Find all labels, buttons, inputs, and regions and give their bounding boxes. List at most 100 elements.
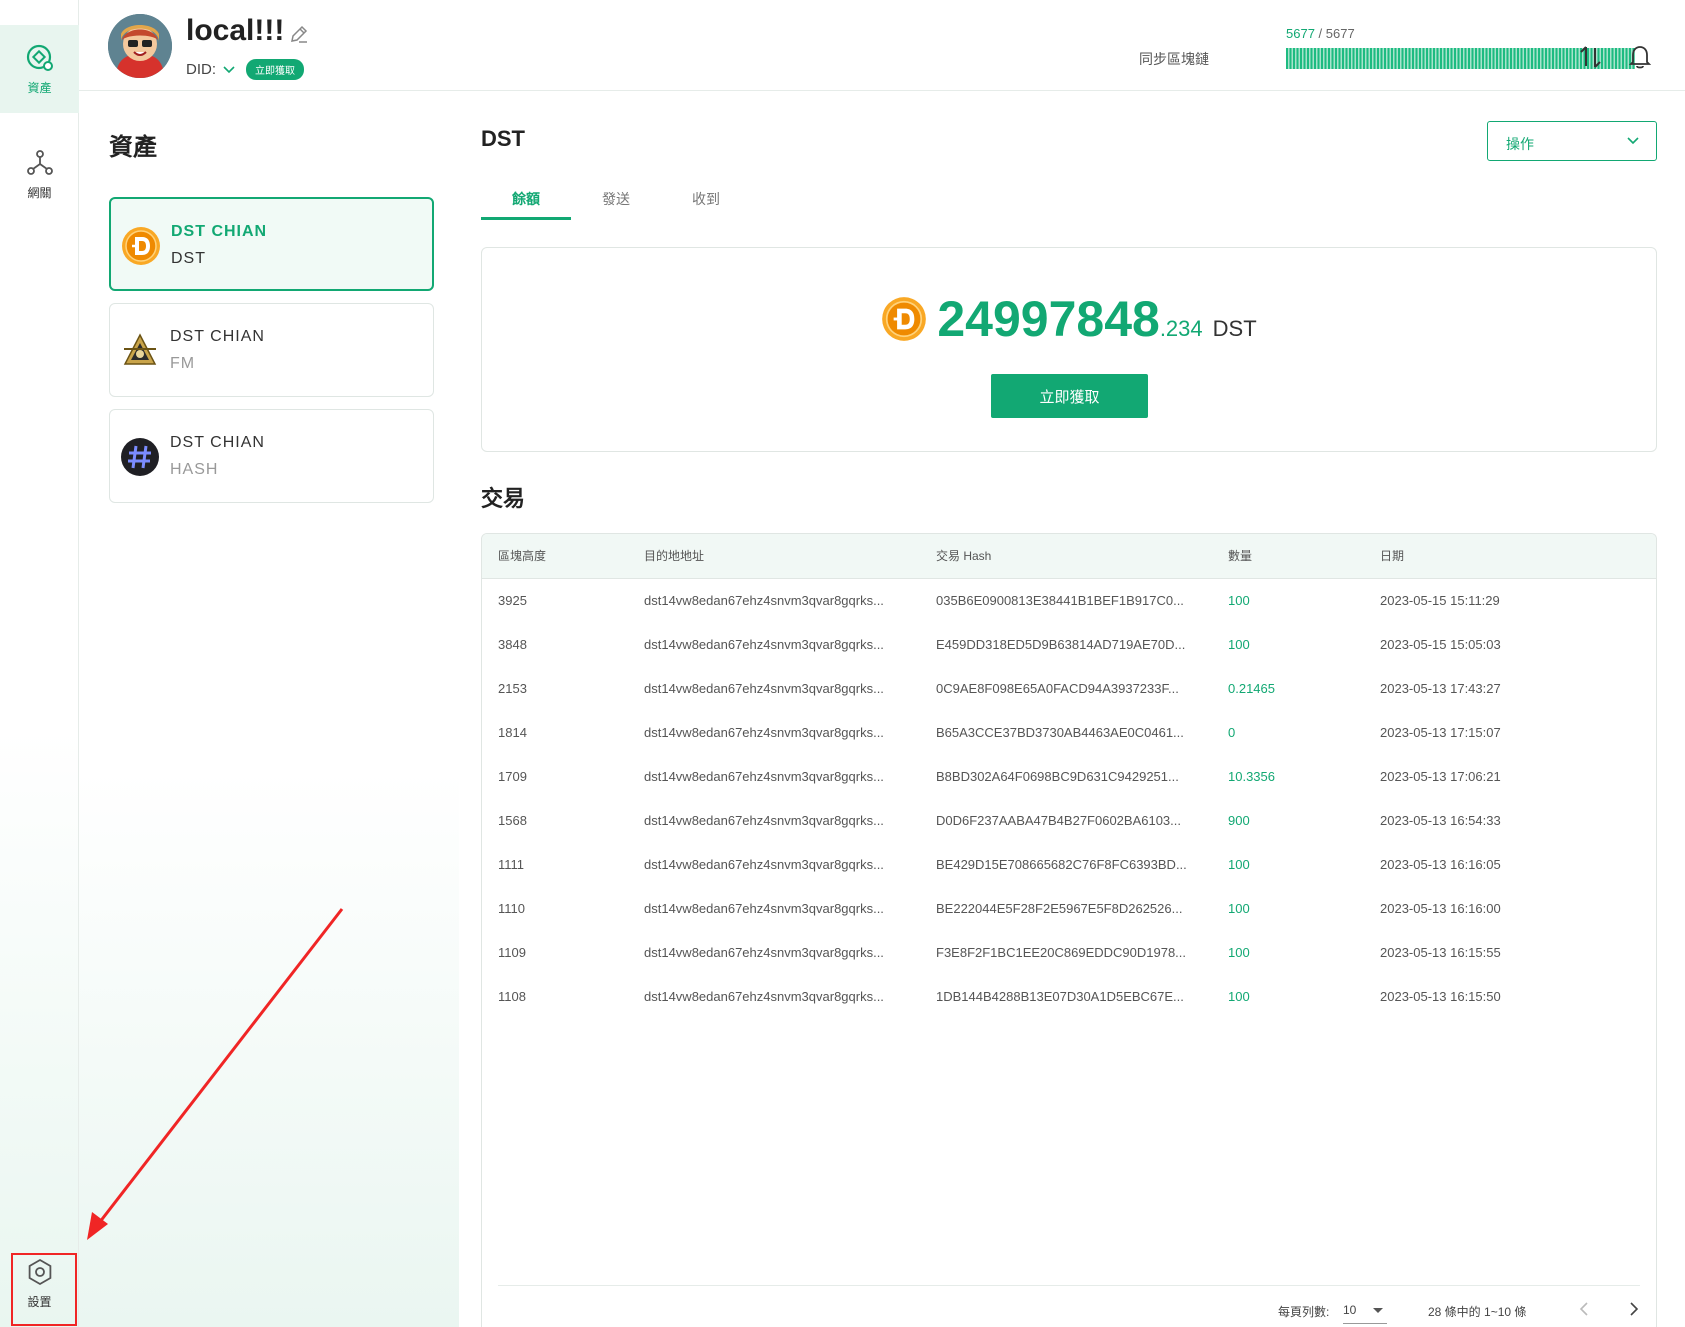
hash-coin-icon <box>121 438 159 476</box>
sync-total: 5677 <box>1325 26 1355 41</box>
chevron-left-icon[interactable] <box>1573 1298 1595 1320</box>
claim-button[interactable]: 立即獲取 <box>991 374 1148 418</box>
cell-amount: 100 <box>1228 989 1250 1004</box>
balance-decimal: .234 <box>1159 316 1203 341</box>
rail-item-network[interactable]: 網關 <box>0 130 79 218</box>
table-row[interactable]: 1709 dst14vw8edan67ehz4snvm3qvar8gqrks...… <box>482 755 1656 799</box>
cell-date: 2023-05-13 16:15:50 <box>1380 989 1501 1004</box>
operations-dropdown[interactable]: 操作 <box>1487 121 1657 161</box>
caret-down-icon <box>1373 1308 1383 1313</box>
table-row[interactable]: 3925 dst14vw8edan67ehz4snvm3qvar8gqrks...… <box>482 579 1656 623</box>
table-row[interactable]: 1814 dst14vw8edan67ehz4snvm3qvar8gqrks...… <box>482 711 1656 755</box>
column-header-amount[interactable]: 數量 <box>1228 534 1358 579</box>
table-row[interactable]: 2153 dst14vw8edan67ehz4snvm3qvar8gqrks...… <box>482 667 1656 711</box>
cell-destination: dst14vw8edan67ehz4snvm3qvar8gqrks... <box>644 725 884 740</box>
cell-tx-hash: F3E8F2F1BC1EE20C869EDDC90D1978... <box>936 945 1187 960</box>
asset-card-hash[interactable]: DST CHIAN HASH <box>109 409 434 503</box>
cell-date: 2023-05-13 17:06:21 <box>1380 769 1501 784</box>
tab-receive[interactable]: 收到 <box>661 180 751 220</box>
transactions-table: 區塊高度 目的地地址 交易 Hash 數量 日期 3925 dst14vw8eda… <box>481 533 1657 1327</box>
sync-label: 同步區塊鏈 <box>1139 51 1209 67</box>
sync-separator: / <box>1318 26 1323 41</box>
edit-icon[interactable] <box>289 24 309 44</box>
cell-destination: dst14vw8edan67ehz4snvm3qvar8gqrks... <box>644 593 884 608</box>
cell-date: 2023-05-13 16:16:00 <box>1380 901 1501 916</box>
tab-balance[interactable]: 餘額 <box>481 180 571 220</box>
cell-amount: 100 <box>1228 857 1250 872</box>
cell-block-height: 3925 <box>498 593 527 608</box>
cell-block-height: 3848 <box>498 637 527 652</box>
asset-name: DST CHIAN <box>170 434 265 451</box>
cell-tx-hash: 0C9AE8F098E65A0FACD94A3937233F... <box>936 681 1179 696</box>
left-rail: 資產 網關 設置 <box>0 0 79 1327</box>
column-header-tx-hash[interactable]: 交易 Hash <box>936 534 1198 579</box>
sync-count: 5677 / 5677 <box>1286 26 1355 41</box>
avatar[interactable] <box>108 14 172 78</box>
dst-coin-icon <box>882 297 927 341</box>
cell-date: 2023-05-15 15:11:29 <box>1380 593 1500 608</box>
asset-name: DST CHIAN <box>170 328 265 345</box>
asset-card-fm[interactable]: DST CHIAN FM <box>109 303 434 397</box>
column-header-block-height[interactable]: 區塊高度 <box>498 534 618 579</box>
column-header-date[interactable]: 日期 <box>1380 534 1580 579</box>
cell-destination: dst14vw8edan67ehz4snvm3qvar8gqrks... <box>644 945 884 960</box>
table-row[interactable]: 1111 dst14vw8edan67ehz4snvm3qvar8gqrks...… <box>482 843 1656 887</box>
cell-destination: dst14vw8edan67ehz4snvm3qvar8gqrks... <box>644 813 884 828</box>
cell-amount: 100 <box>1228 901 1250 916</box>
chevron-down-icon <box>1627 137 1639 145</box>
table-body: 3925 dst14vw8edan67ehz4snvm3qvar8gqrks...… <box>482 579 1656 1019</box>
column-header-destination[interactable]: 目的地地址 <box>644 534 906 579</box>
asset-symbol: DST <box>171 250 206 267</box>
swap-icon[interactable] <box>1578 44 1604 70</box>
cell-tx-hash: BE222044E5F28F2E5967E5F8D262526... <box>936 901 1183 916</box>
cell-destination: dst14vw8edan67ehz4snvm3qvar8gqrks... <box>644 989 884 1004</box>
rail-item-assets[interactable]: 資產 <box>0 25 79 113</box>
page-title: local!!! <box>186 14 285 47</box>
cell-amount: 100 <box>1228 945 1250 960</box>
fm-coin-icon <box>123 333 157 365</box>
balance-card: 24997848 .234 DST 立即獲取 <box>481 247 1657 452</box>
operations-dropdown-label: 操作 <box>1506 136 1534 152</box>
bell-icon[interactable] <box>1628 44 1652 70</box>
did-row: DID: 立即獲取 <box>186 59 304 80</box>
cell-date: 2023-05-13 16:54:33 <box>1380 813 1501 828</box>
asset-list-panel: 資產 DST CHIAN DST DST CHIAN FM DST CHIAN <box>79 91 459 1327</box>
cell-destination: dst14vw8edan67ehz4snvm3qvar8gqrks... <box>644 901 884 916</box>
balance-unit: DST <box>1212 316 1257 341</box>
dst-coin-icon <box>122 227 160 265</box>
annotation-highlight-box <box>11 1253 77 1326</box>
cell-destination: dst14vw8edan67ehz4snvm3qvar8gqrks... <box>644 681 884 696</box>
cell-amount: 100 <box>1228 593 1250 608</box>
cell-date: 2023-05-13 16:16:05 <box>1380 857 1501 872</box>
page-range-text: 28 條中的 1~10 條 <box>1428 1305 1527 1319</box>
pagination: 每頁列數: 10 28 條中的 1~10 條 <box>498 1285 1640 1327</box>
table-row[interactable]: 1110 dst14vw8edan67ehz4snvm3qvar8gqrks...… <box>482 887 1656 931</box>
did-claim-badge[interactable]: 立即獲取 <box>246 59 304 80</box>
table-row[interactable]: 1568 dst14vw8edan67ehz4snvm3qvar8gqrks...… <box>482 799 1656 843</box>
rail-item-label: 資產 <box>27 80 52 95</box>
avatar-image <box>108 14 172 78</box>
cell-block-height: 1111 <box>498 857 525 872</box>
table-row[interactable]: 3848 dst14vw8edan67ehz4snvm3qvar8gqrks...… <box>482 623 1656 667</box>
detail-tabs: 餘額 發送 收到 <box>481 180 751 220</box>
asset-symbol: FM <box>170 355 196 372</box>
did-label: DID: <box>186 61 216 78</box>
tab-send[interactable]: 發送 <box>571 180 661 220</box>
table-row[interactable]: 1109 dst14vw8edan67ehz4snvm3qvar8gqrks...… <box>482 931 1656 975</box>
chevron-down-icon[interactable] <box>222 63 236 77</box>
cell-block-height: 1108 <box>498 989 526 1004</box>
cell-amount: 0.21465 <box>1228 681 1275 696</box>
sync-current: 5677 <box>1286 26 1315 41</box>
cell-tx-hash: E459DD318ED5D9B63814AD719AE70D... <box>936 637 1186 652</box>
cell-date: 2023-05-15 15:05:03 <box>1380 637 1501 652</box>
cell-destination: dst14vw8edan67ehz4snvm3qvar8gqrks... <box>644 769 884 784</box>
cell-amount: 10.3356 <box>1228 769 1275 784</box>
transactions-heading: 交易 <box>481 486 526 511</box>
cell-date: 2023-05-13 17:43:27 <box>1380 681 1501 696</box>
chevron-right-icon[interactable] <box>1623 1298 1645 1320</box>
cell-block-height: 2153 <box>498 681 527 696</box>
per-page-select[interactable]: 10 <box>1343 1296 1387 1324</box>
cell-date: 2023-05-13 17:15:07 <box>1380 725 1501 740</box>
table-row[interactable]: 1108 dst14vw8edan67ehz4snvm3qvar8gqrks...… <box>482 975 1656 1019</box>
asset-card-dst[interactable]: DST CHIAN DST <box>109 197 434 291</box>
